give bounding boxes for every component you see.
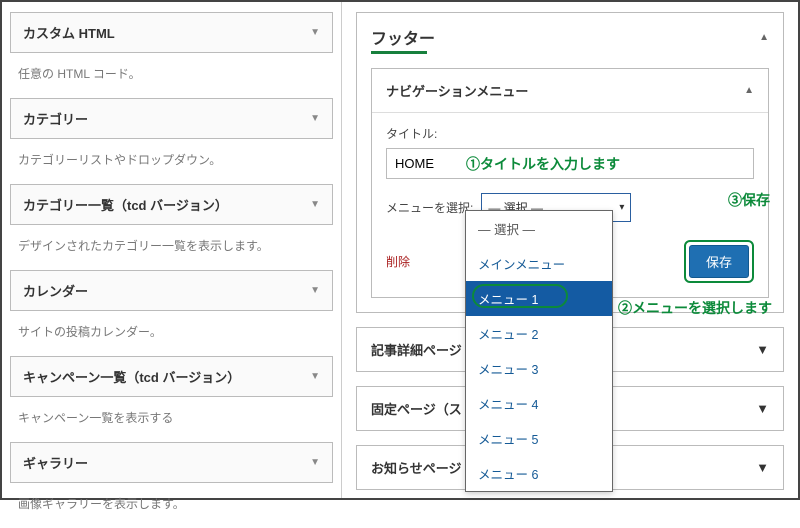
dropdown-option-placeholder[interactable]: — 選択 —: [466, 211, 612, 246]
widget-item-calendar[interactable]: カレンダー ▼: [10, 270, 333, 311]
title-field-label: タイトル:: [386, 125, 754, 142]
chevron-down-icon: ▼: [310, 199, 320, 210]
widget-title: カテゴリー: [23, 109, 88, 128]
widget-desc: キャンペーン一覧を表示する: [10, 397, 333, 442]
dropdown-option-label: メニュー 1: [478, 293, 538, 307]
widget-item-custom-html[interactable]: カスタム HTML ▼: [10, 12, 333, 53]
widget-item-category[interactable]: カテゴリー ▼: [10, 98, 333, 139]
widget-item-campaign-list[interactable]: キャンペーン一覧（tcd バージョン） ▼: [10, 356, 333, 397]
widget-item-category-list[interactable]: カテゴリー一覧（tcd バージョン） ▼: [10, 184, 333, 225]
annotation-ring-save: 保存: [684, 240, 754, 283]
chevron-down-icon: ▼: [310, 27, 320, 38]
widget-desc: デザインされたカテゴリー一覧を表示します。: [10, 225, 333, 270]
subpanel-title: ナビゲーションメニュー: [386, 81, 528, 100]
chevron-down-icon: ▼: [756, 460, 769, 475]
nav-menu-widget-header[interactable]: ナビゲーションメニュー ▲: [372, 69, 768, 112]
chevron-down-icon: ▼: [756, 401, 769, 416]
dropdown-option-menu3[interactable]: メニュー 3: [466, 351, 612, 386]
chevron-down-icon: ▼: [310, 113, 320, 124]
menu-select-label: メニューを選択:: [386, 199, 473, 216]
widget-desc: 画像ギャラリーを表示します。: [10, 483, 333, 528]
chevron-down-icon: ▼: [310, 285, 320, 296]
widget-library-sidebar: カスタム HTML ▼ 任意の HTML コード。 カテゴリー ▼ カテゴリーリ…: [2, 2, 342, 498]
dropdown-option-menu2[interactable]: メニュー 2: [466, 316, 612, 351]
panel-title: お知らせページ: [371, 458, 461, 477]
save-button[interactable]: 保存: [689, 245, 749, 278]
chevron-down-icon: ▼: [310, 457, 320, 468]
dropdown-option-menu5[interactable]: メニュー 5: [466, 421, 612, 456]
panel-title: フッター: [371, 25, 435, 49]
panel-title: 固定ページ（ス: [371, 399, 462, 418]
panel-title: 記事詳細ページ: [371, 340, 462, 359]
menu-select-dropdown[interactable]: — 選択 — メインメニュー メニュー 1 メニュー 2 メニュー 3 メニュー…: [465, 210, 613, 492]
dropdown-option-menu1[interactable]: メニュー 1: [466, 281, 612, 316]
dropdown-option-main[interactable]: メインメニュー: [466, 246, 612, 281]
delete-link[interactable]: 削除: [386, 253, 410, 270]
chevron-down-icon: ▼: [756, 342, 769, 357]
title-input[interactable]: [386, 148, 754, 179]
widget-title: カテゴリー一覧（tcd バージョン）: [23, 195, 228, 214]
accent-underline: [371, 51, 427, 54]
widget-title: キャンペーン一覧（tcd バージョン）: [23, 367, 240, 386]
dropdown-option-menu4[interactable]: メニュー 4: [466, 386, 612, 421]
widget-desc: サイトの投稿カレンダー。: [10, 311, 333, 356]
widget-desc: カテゴリーリストやドロップダウン。: [10, 139, 333, 184]
widget-title: カスタム HTML: [23, 23, 115, 42]
widget-desc: 任意の HTML コード。: [10, 53, 333, 98]
chevron-up-icon: ▲: [744, 85, 754, 96]
dropdown-option-menu6[interactable]: メニュー 6: [466, 456, 612, 491]
widget-item-gallery[interactable]: ギャラリー ▼: [10, 442, 333, 483]
widget-title: カレンダー: [23, 281, 88, 300]
chevron-down-icon: ▾: [619, 202, 624, 213]
widget-title: ギャラリー: [23, 453, 88, 472]
chevron-up-icon: ▲: [759, 32, 769, 43]
chevron-down-icon: ▼: [310, 371, 320, 382]
